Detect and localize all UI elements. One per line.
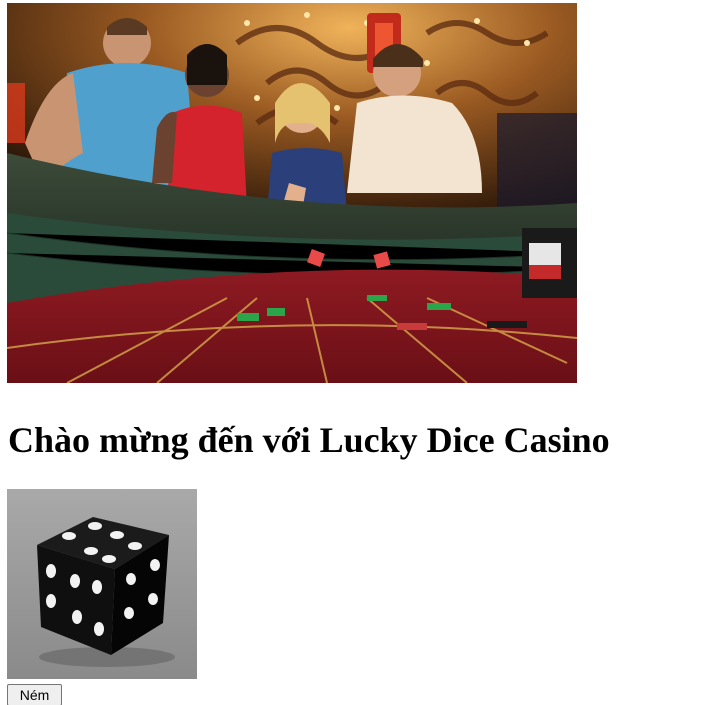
- page-title: Chào mừng đến với Lucky Dice Casino: [8, 420, 610, 460]
- casino-hero-image: [7, 3, 577, 383]
- dice-image: [7, 489, 197, 679]
- roll-dice-button[interactable]: Ném: [7, 684, 62, 705]
